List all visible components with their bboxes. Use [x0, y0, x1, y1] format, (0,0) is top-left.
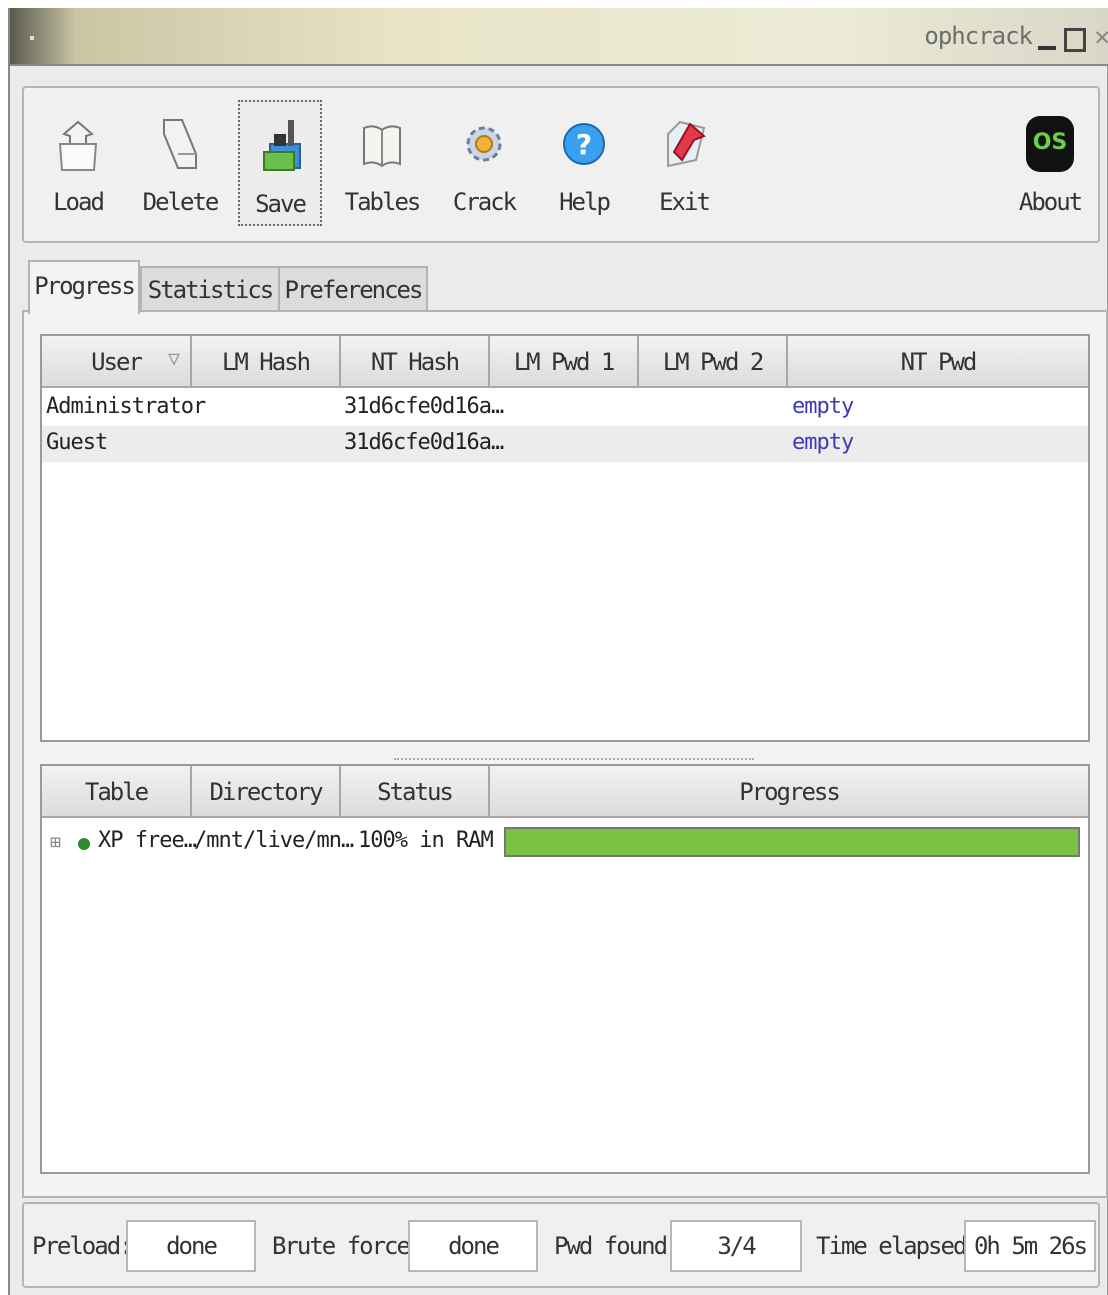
status-cell: 100% in RAM [358, 828, 494, 853]
pwd-found-value: 3/4 [670, 1220, 802, 1272]
time-elapsed-label: Time elapsed: [816, 1232, 980, 1260]
table-row[interactable]: ⊞ XP free… /mnt/live/mn… 100% in RAM [42, 820, 1088, 864]
tables-table-header: Table Directory Status Progress [42, 766, 1088, 818]
col-lm-hash-header[interactable]: LM Hash [192, 336, 341, 388]
nt-hash-cell: 31d6cfe0d16a… [344, 430, 504, 455]
table-row[interactable]: Administrator 31d6cfe0d16a… empty [42, 390, 1088, 426]
nt-hash-cell: 31d6cfe0d16a… [344, 394, 504, 419]
window-title: ophcrack [924, 22, 1033, 50]
crack-label: Crack [452, 188, 517, 216]
toolbar: Load Delete Save Tables Crack ? Help Exi… [22, 86, 1100, 243]
gear-icon [466, 126, 502, 162]
user-cell: Administrator [46, 394, 206, 419]
window-menu-icon[interactable] [30, 36, 34, 40]
col-progress-header[interactable]: Progress [490, 766, 1088, 818]
brute-force-label: Brute force: [272, 1232, 423, 1260]
preload-label: Preload: [32, 1232, 134, 1260]
exit-button[interactable]: Exit [642, 100, 726, 226]
load-button[interactable]: Load [36, 100, 120, 226]
delete-label: Delete [142, 188, 220, 216]
tab-preferences[interactable]: Preferences [278, 266, 428, 312]
load-label: Load [53, 188, 105, 216]
about-button[interactable]: OS About [1008, 100, 1092, 226]
save-button[interactable]: Save [238, 100, 322, 226]
pwd-found-label: Pwd found: [554, 1232, 680, 1260]
close-icon[interactable]: ✕ [1094, 22, 1108, 52]
users-table[interactable]: User ▽ LM Hash NT Hash LM Pwd 1 LM Pwd 2… [40, 334, 1090, 742]
preload-value: done [126, 1220, 256, 1272]
tables-button[interactable]: Tables [340, 100, 424, 226]
help-label: Help [559, 188, 611, 216]
crack-button[interactable]: Crack [442, 100, 526, 226]
progress-panel: User ▽ LM Hash NT Hash LM Pwd 1 LM Pwd 2… [22, 310, 1108, 1198]
users-table-header: User ▽ LM Hash NT Hash LM Pwd 1 LM Pwd 2… [42, 336, 1088, 388]
save-label: Save [255, 190, 307, 218]
table-row[interactable]: Guest 31d6cfe0d16a… empty [42, 426, 1088, 462]
user-cell: Guest [46, 430, 108, 455]
about-logo-icon: OS [1026, 116, 1074, 172]
load-icon [58, 120, 98, 171]
col-nt-hash-header[interactable]: NT Hash [341, 336, 490, 388]
about-label: About [1018, 188, 1083, 216]
col-status-header[interactable]: Status [341, 766, 490, 818]
title-bar[interactable]: ophcrack ✕ [10, 8, 1108, 66]
col-user-label: User [91, 348, 143, 376]
nt-pwd-cell: empty [792, 430, 854, 455]
col-user-header[interactable]: User ▽ [42, 336, 192, 388]
brute-force-value: done [408, 1220, 538, 1272]
directory-cell: /mnt/live/mn… [194, 828, 354, 853]
tab-statistics[interactable]: Statistics [140, 266, 280, 312]
help-button[interactable]: ? Help [542, 100, 626, 226]
status-bar: Preload: done Brute force: done Pwd foun… [22, 1202, 1100, 1288]
table-loaded-status-icon [78, 838, 90, 850]
tab-progress[interactable]: Progress [28, 260, 140, 314]
col-lm-pwd2-header[interactable]: LM Pwd 2 [639, 336, 788, 388]
save-icon [263, 120, 301, 171]
table-progress-bar [504, 827, 1080, 857]
ophcrack-window: ophcrack ✕ Load Delete Save Tables Crack… [8, 8, 1108, 1295]
col-directory-header[interactable]: Directory [192, 766, 341, 818]
tables-table[interactable]: Table Directory Status Progress ⊞ XP fre… [40, 764, 1090, 1174]
expand-icon[interactable]: ⊞ [50, 832, 61, 853]
table-progress-fill [506, 829, 1078, 855]
maximize-icon[interactable] [1064, 28, 1086, 52]
time-elapsed-value: 0h 5m 26s [964, 1220, 1096, 1272]
exit-arrow-icon [667, 120, 706, 168]
delete-icon [163, 119, 197, 169]
exit-label: Exit [659, 188, 711, 216]
sort-descending-icon[interactable]: ▽ [168, 346, 180, 370]
col-nt-pwd-header[interactable]: NT Pwd [788, 336, 1088, 388]
tables-label: Tables [344, 188, 422, 216]
svg-text:?: ? [576, 128, 592, 161]
book-icon [363, 125, 401, 168]
nt-pwd-cell: empty [792, 394, 854, 419]
col-lm-pwd1-header[interactable]: LM Pwd 1 [490, 336, 639, 388]
pane-splitter[interactable] [394, 758, 754, 762]
table-name-cell: XP free… [98, 828, 197, 853]
delete-button[interactable]: Delete [138, 100, 222, 226]
help-icon: ? [563, 123, 605, 165]
col-table-header[interactable]: Table [42, 766, 192, 818]
minimize-icon[interactable] [1038, 28, 1056, 50]
